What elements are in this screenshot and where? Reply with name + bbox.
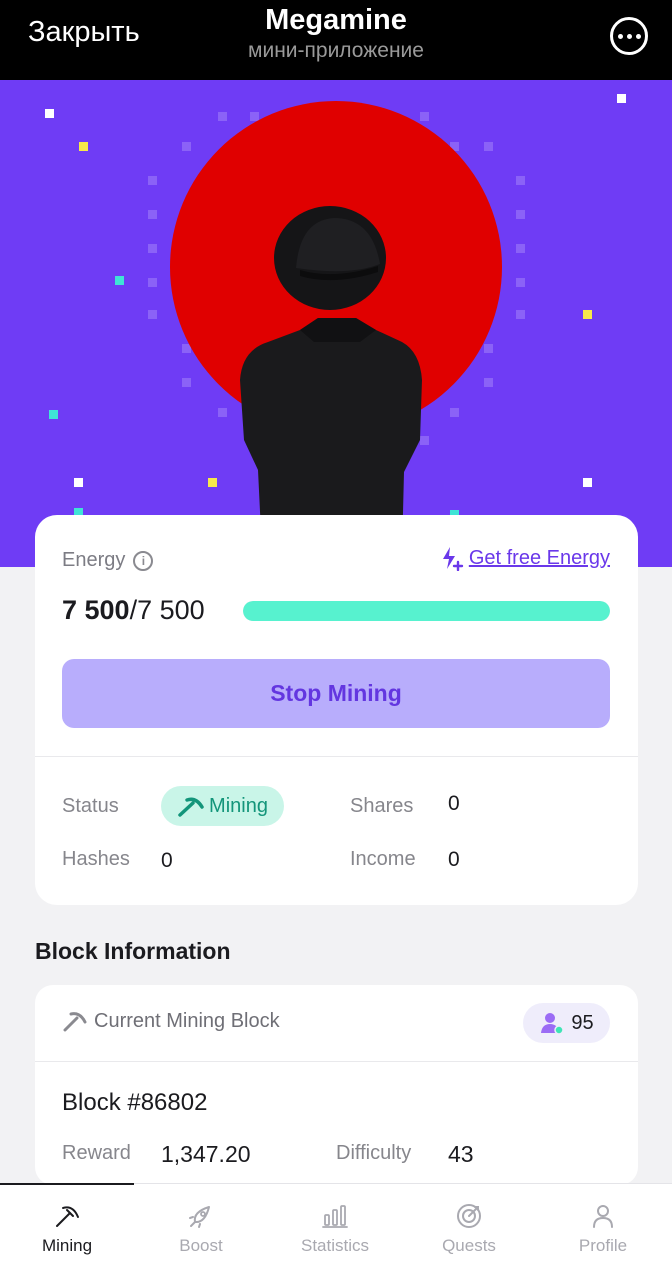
nav-item-quests[interactable]: Quests bbox=[402, 1202, 536, 1256]
title-block: Megamine мини-приложение bbox=[0, 4, 672, 64]
block-divider bbox=[35, 1061, 638, 1062]
nav-item-boost[interactable]: Boost bbox=[134, 1202, 268, 1256]
hero-illustration bbox=[45, 94, 626, 553]
user-online-icon bbox=[541, 1013, 565, 1035]
hero-banner bbox=[0, 80, 672, 567]
nav-item-profile[interactable]: Profile bbox=[536, 1202, 670, 1256]
card-divider bbox=[35, 756, 638, 757]
nav-label-boost: Boost bbox=[179, 1236, 223, 1255]
block-card[interactable]: Current Mining Block 95 Block #86802 Rew… bbox=[35, 985, 638, 1185]
hashes-value: 0 bbox=[161, 849, 173, 872]
energy-label: Energy bbox=[62, 549, 126, 571]
info-icon[interactable]: i bbox=[133, 550, 154, 571]
bottom-nav: Mining Boost Statistics Quests Profile bbox=[0, 1183, 672, 1280]
income-value: 0 bbox=[448, 848, 460, 871]
income-label: Income bbox=[350, 848, 416, 870]
current-block-label: Current Mining Block bbox=[94, 1009, 280, 1032]
status-value: Mining bbox=[209, 794, 268, 817]
rocket-icon bbox=[189, 1206, 210, 1228]
miners-count-badge: 95 bbox=[523, 1003, 610, 1043]
app-subtitle: мини-приложение bbox=[248, 39, 424, 62]
nav-item-mining[interactable]: Mining bbox=[0, 1202, 134, 1256]
hashes-label: Hashes bbox=[62, 848, 130, 870]
nav-active-indicator bbox=[0, 1183, 134, 1185]
get-free-energy-link[interactable]: Get free Energy bbox=[439, 545, 610, 571]
pickaxe-icon bbox=[63, 1012, 87, 1032]
status-badge: Mining bbox=[161, 786, 284, 826]
nav-label-statistics: Statistics bbox=[300, 1236, 370, 1255]
difficulty-label: Difficulty bbox=[336, 1142, 412, 1164]
reward-label: Reward bbox=[62, 1142, 131, 1164]
pickaxe-icon bbox=[178, 797, 204, 817]
energy-current: 7 500 bbox=[62, 595, 130, 625]
lightning-plus-icon bbox=[442, 547, 464, 571]
miners-count: 95 bbox=[571, 1011, 594, 1034]
energy-label-row: Energy i bbox=[62, 549, 154, 572]
pickaxe-icon bbox=[56, 1206, 79, 1227]
block-info-title: Block Information bbox=[35, 938, 231, 964]
more-dots-icon[interactable] bbox=[610, 17, 648, 55]
reward-value: 1,347.20 bbox=[161, 1141, 251, 1167]
energy-progress-fill bbox=[243, 601, 610, 621]
get-free-energy-label[interactable]: Get free Energy bbox=[469, 547, 610, 570]
nav-label-mining: Mining bbox=[41, 1236, 93, 1255]
energy-progress-bar bbox=[243, 601, 610, 621]
bar-chart-icon bbox=[322, 1205, 348, 1228]
target-icon bbox=[457, 1204, 481, 1228]
top-bar: Закрыть Megamine мини-приложение bbox=[0, 0, 672, 80]
status-label: Status bbox=[62, 795, 119, 817]
difficulty-value: 43 bbox=[448, 1141, 474, 1167]
energy-value: 7 500/7 500 bbox=[62, 595, 205, 626]
user-icon bbox=[593, 1205, 613, 1228]
block-head: Current Mining Block bbox=[62, 1009, 280, 1033]
nav-label-profile: Profile bbox=[578, 1236, 628, 1255]
app-screen: Закрыть Megamine мини-приложение Energy … bbox=[0, 0, 672, 1280]
nav-label-quests: Quests bbox=[442, 1236, 496, 1255]
stop-mining-button[interactable]: Stop Mining bbox=[62, 659, 610, 728]
energy-card: Energy i Get free Energy 7 500/7 500 Sto… bbox=[35, 515, 638, 905]
block-number: Block #86802 bbox=[62, 1089, 208, 1116]
shares-value: 0 bbox=[448, 792, 460, 815]
nav-item-statistics[interactable]: Statistics bbox=[268, 1202, 402, 1256]
energy-max: /7 500 bbox=[129, 595, 205, 625]
shares-label: Shares bbox=[350, 795, 414, 817]
app-title: Megamine bbox=[265, 4, 407, 36]
